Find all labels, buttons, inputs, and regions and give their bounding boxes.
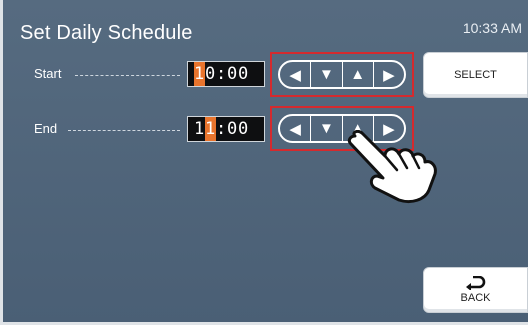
time-digit: 0: [205, 64, 217, 84]
page-title: Set Daily Schedule: [20, 22, 193, 44]
dashed-leader: [75, 75, 180, 76]
touch-panel-screen: Set Daily Schedule 10:33 AM Start 10:00 …: [0, 0, 528, 325]
time-digit: 0: [227, 119, 239, 139]
time-digit: 0: [238, 119, 250, 139]
left-arrow-button[interactable]: ◀: [280, 62, 310, 87]
time-separator: :: [216, 64, 228, 84]
select-button-label: SELECT: [454, 69, 497, 81]
back-button-label: BACK: [460, 292, 491, 304]
down-arrow-button[interactable]: ▼: [310, 116, 341, 141]
start-arrow-control: ◀ ▼ ▲ ▶: [278, 60, 406, 89]
time-digit: 0: [238, 64, 250, 84]
return-arrow-icon: [465, 276, 485, 290]
pointing-hand-icon: [347, 130, 437, 204]
end-time-field[interactable]: 11:00: [187, 116, 265, 142]
time-digit: 1: [194, 62, 206, 86]
dashed-leader: [68, 130, 180, 131]
up-arrow-button[interactable]: ▲: [341, 62, 373, 87]
select-button[interactable]: SELECT: [423, 52, 528, 98]
time-digit: 1: [205, 117, 217, 141]
time-separator: :: [216, 119, 228, 139]
right-arrow-button[interactable]: ▶: [372, 62, 404, 87]
back-button[interactable]: BACK: [423, 267, 528, 313]
start-arrow-highlight: ◀ ▼ ▲ ▶: [270, 52, 414, 97]
left-arrow-button[interactable]: ◀: [280, 116, 310, 141]
end-label: End: [34, 121, 58, 136]
clock: 10:33 AM: [462, 20, 522, 36]
time-digit: 0: [227, 64, 239, 84]
screen-frame: [0, 0, 3, 325]
start-label: Start: [34, 66, 62, 81]
time-digit: 1: [194, 119, 206, 139]
down-arrow-button[interactable]: ▼: [310, 62, 341, 87]
start-time-field[interactable]: 10:00: [187, 61, 265, 87]
